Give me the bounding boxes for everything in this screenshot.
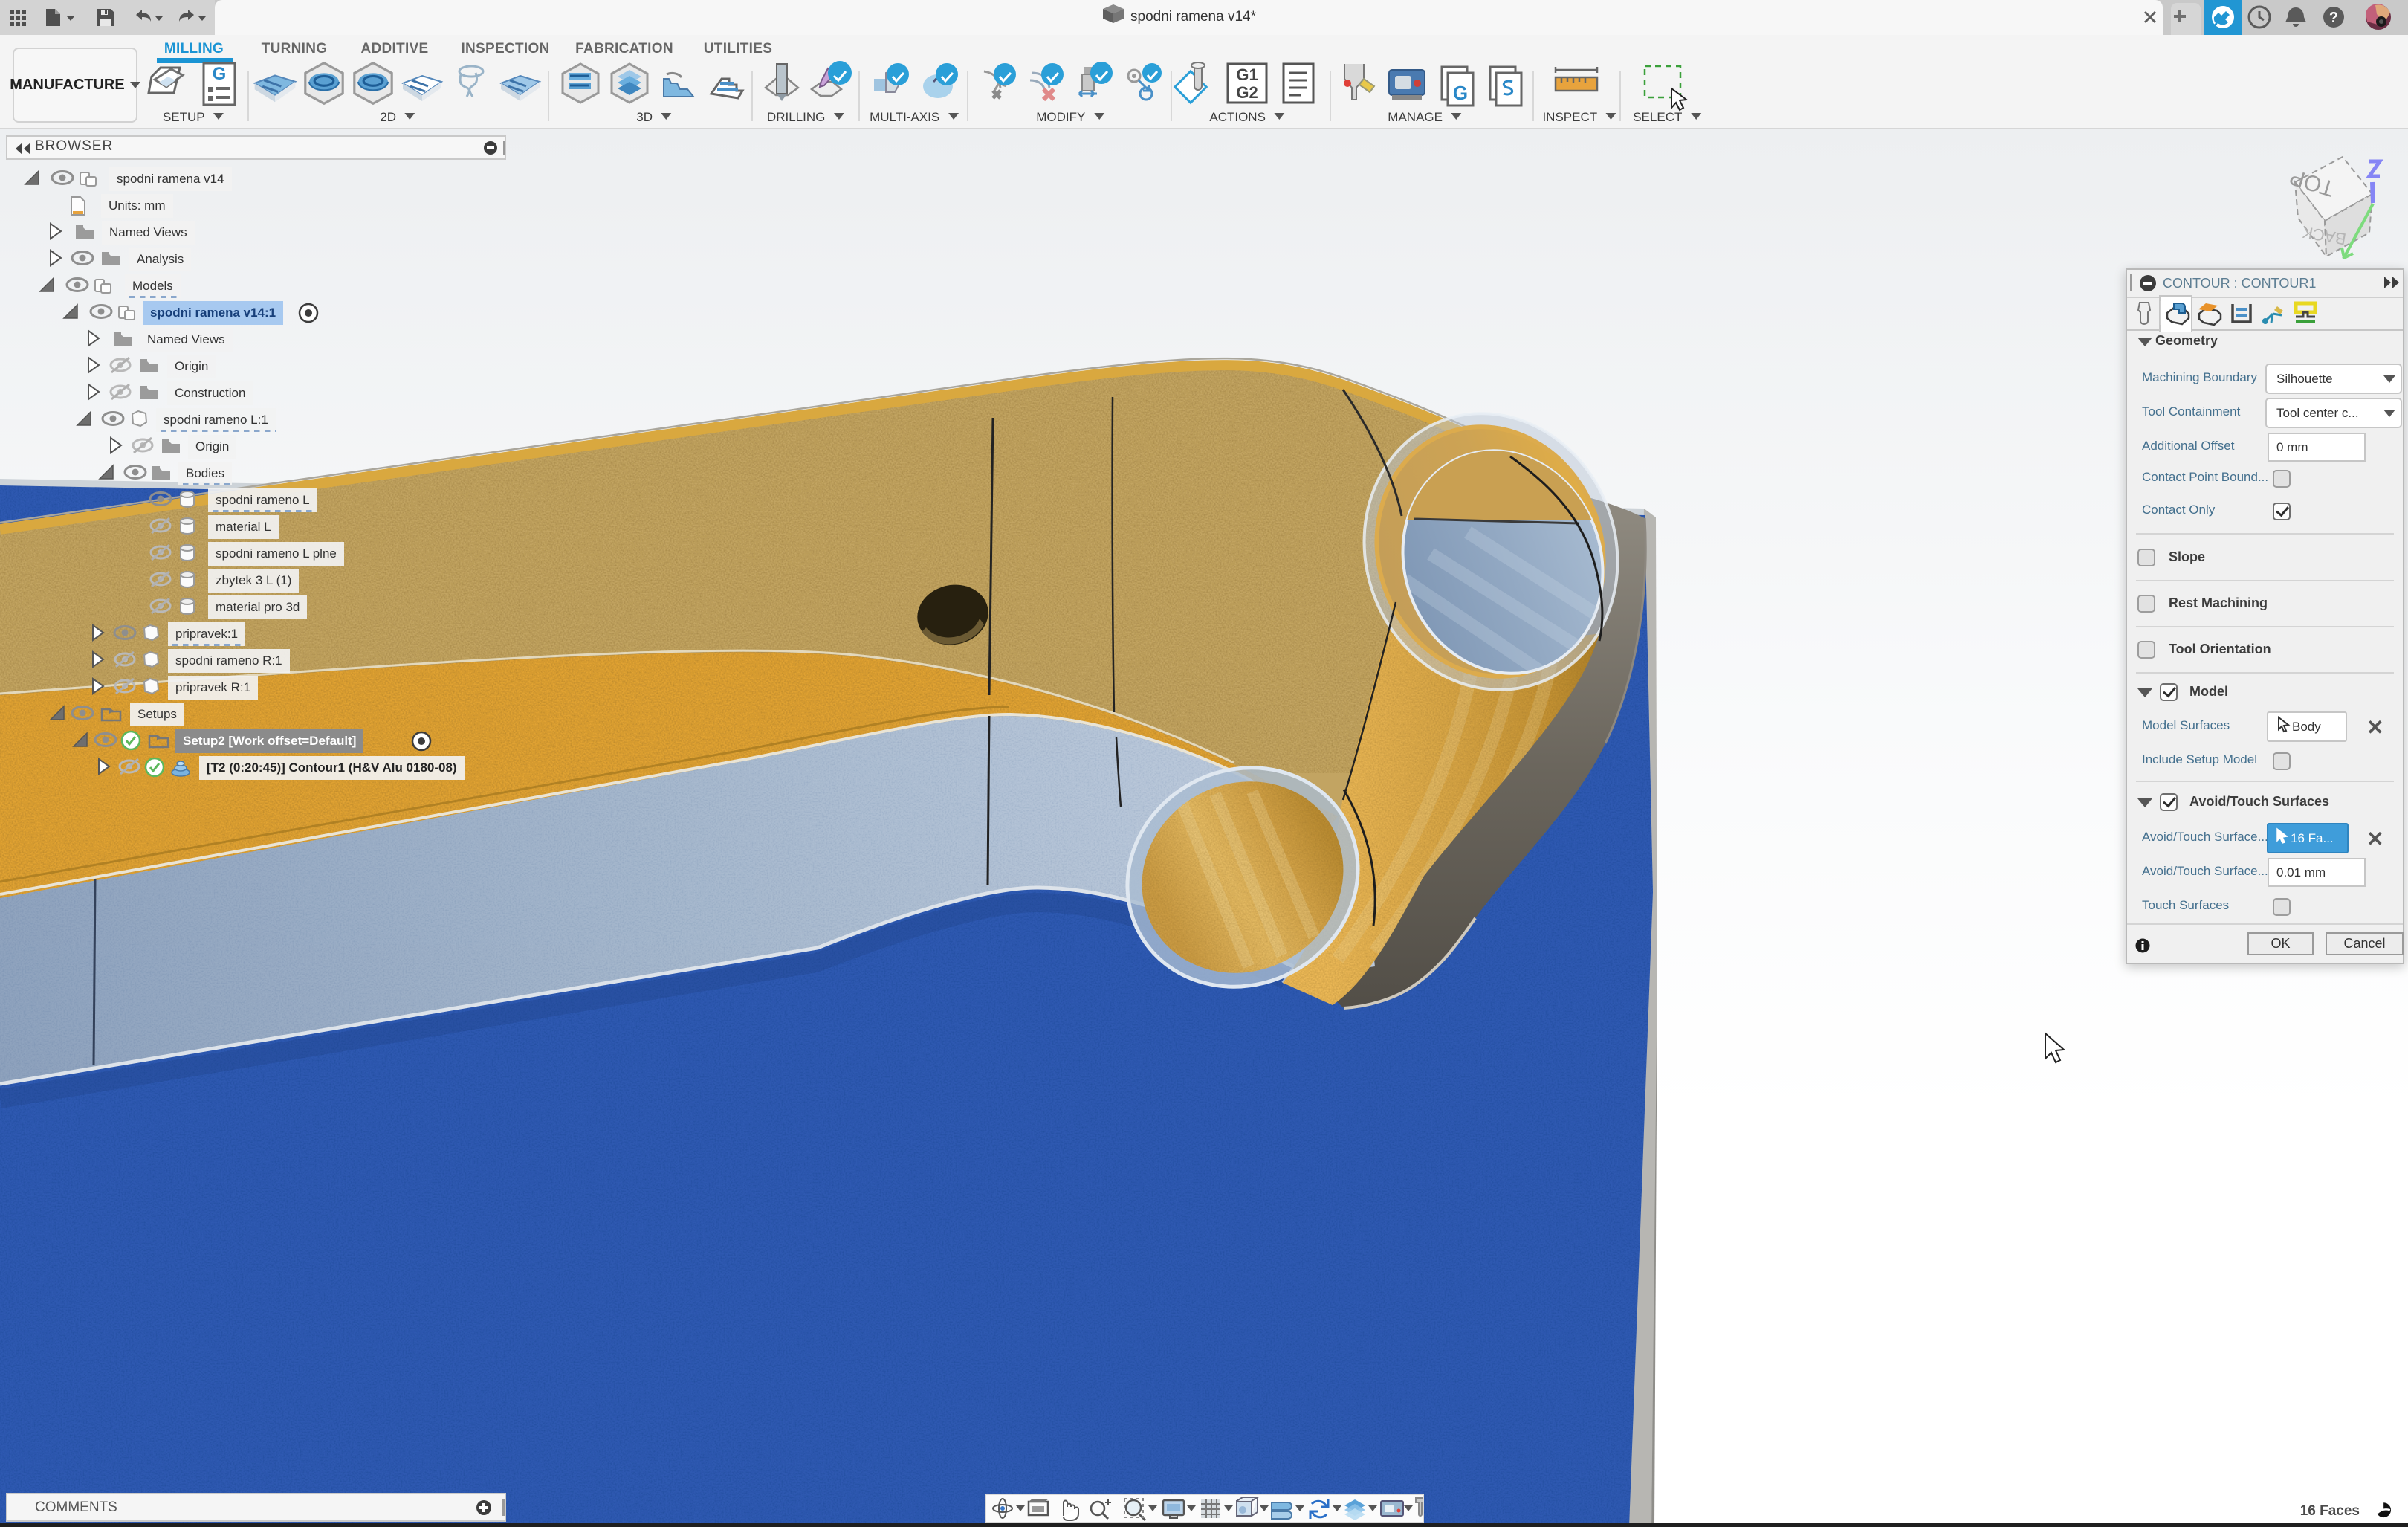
svg-text:G: G [1453,82,1468,104]
svg-text:G1: G1 [1236,65,1258,84]
svg-text:?: ? [2329,10,2338,26]
svg-text:G: G [213,64,227,84]
svg-text:G2: G2 [1236,83,1258,102]
